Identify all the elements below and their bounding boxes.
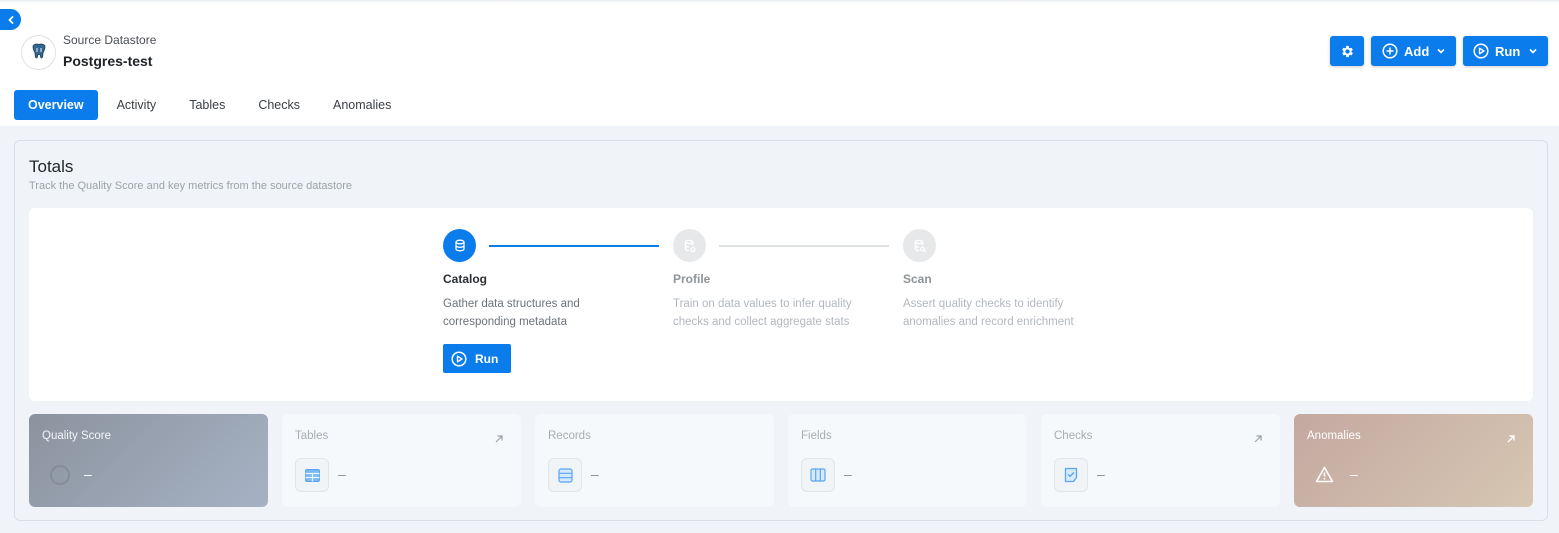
step-description-line: checks and collect aggregate stats (673, 316, 850, 328)
collapse-sidebar-button[interactable] (0, 9, 21, 30)
datastore-name: Postgres-test (63, 53, 153, 69)
metric-card-checks[interactable]: Checks – (1041, 414, 1280, 507)
step-catalog: Catalog Gather data structures and corre… (443, 229, 673, 373)
tab-anomalies[interactable]: Anomalies (319, 90, 405, 120)
top-shadow (0, 0, 1559, 3)
table-icon (295, 458, 329, 492)
play-circle-icon (1473, 43, 1489, 59)
tab-activity[interactable]: Activity (103, 90, 171, 120)
step-description-line: corresponding metadata (443, 316, 568, 328)
checklist-icon (1054, 458, 1088, 492)
operations-stepper: Catalog Gather data structures and corre… (29, 208, 1533, 401)
chevron-left-icon (8, 15, 13, 24)
warning-triangle-icon (1315, 466, 1334, 488)
quality-score-ring-icon (50, 465, 70, 485)
step-scan-circle (903, 229, 936, 262)
step-description-line: anomalies and record enrichment (903, 316, 1074, 328)
records-icon (548, 458, 582, 492)
run-button[interactable]: Run (1463, 36, 1548, 66)
postgres-elephant-icon (32, 43, 45, 59)
metric-label: Checks (1054, 430, 1093, 442)
metric-card-records: Records – (535, 414, 774, 507)
metric-label: Tables (295, 430, 329, 442)
metric-card-tables[interactable]: Tables – (282, 414, 521, 507)
tab-checks[interactable]: Checks (244, 90, 314, 120)
totals-title: Totals (29, 157, 74, 176)
step-catalog-circle (443, 229, 476, 262)
step-description: Gather data structures and corresponding… (443, 295, 673, 331)
step-profile: Profile Train on data values to infer qu… (673, 229, 903, 331)
metric-label: Records (548, 430, 591, 442)
play-circle-icon (451, 350, 467, 367)
metric-label: Anomalies (1307, 430, 1361, 442)
metric-value: – (1097, 466, 1105, 482)
tab-tables[interactable]: Tables (175, 90, 239, 120)
metric-label: Fields (801, 430, 832, 442)
totals-subtitle: Track the Quality Score and key metrics … (29, 180, 353, 192)
header-subtitle: Source Datastore (63, 33, 157, 47)
add-button[interactable]: Add (1371, 36, 1456, 66)
columns-icon (801, 458, 835, 492)
catalog-run-button[interactable]: Run (443, 344, 511, 373)
arrow-up-right-icon[interactable] (494, 431, 504, 449)
step-description: Assert quality checks to identify anomal… (903, 295, 1133, 331)
metric-value: – (844, 466, 852, 482)
metric-card-quality-score: Quality Score – (29, 414, 268, 507)
metric-card-anomalies[interactable]: Anomalies – (1294, 414, 1533, 507)
database-search-icon (914, 239, 926, 252)
step-scan: Scan Assert quality checks to identify a… (903, 229, 1133, 331)
tab-bar: Overview Activity Tables Checks Anomalie… (14, 90, 410, 120)
header-actions: Add Run (1330, 36, 1548, 66)
step-description-line: Gather data structures and (443, 298, 580, 310)
step-title: Catalog (443, 272, 488, 286)
database-settings-icon (684, 239, 696, 252)
metric-value: – (338, 466, 346, 482)
step-connector (719, 245, 889, 247)
catalog-run-label: Run (475, 351, 499, 366)
step-description-line: Assert quality checks to identify (903, 298, 1064, 310)
chevron-down-icon (1437, 48, 1445, 54)
step-description: Train on data values to infer quality ch… (673, 295, 903, 331)
settings-button[interactable] (1330, 36, 1364, 66)
arrow-up-right-icon[interactable] (1506, 431, 1516, 449)
metric-value: – (84, 466, 92, 482)
step-title: Scan (903, 272, 932, 286)
datastore-header: Source Datastore Postgres-test (21, 33, 156, 71)
metric-label: Quality Score (42, 430, 112, 442)
arrow-up-right-icon[interactable] (1253, 431, 1263, 449)
step-description-line: Train on data values to infer quality (673, 298, 852, 310)
database-icon (454, 239, 465, 251)
chevron-down-icon (1529, 48, 1537, 54)
metrics-row: Quality Score – Tables – Records – Field… (29, 414, 1533, 507)
datastore-avatar (21, 34, 56, 70)
metric-value: – (591, 466, 599, 482)
add-button-label: Add (1404, 43, 1430, 59)
gear-icon (1341, 45, 1353, 57)
run-button-label: Run (1495, 43, 1521, 59)
step-connector (489, 245, 659, 247)
plus-circle-icon (1382, 43, 1398, 59)
totals-panel: Totals Track the Quality Score and key m… (14, 140, 1548, 521)
metric-value: – (1350, 466, 1358, 482)
step-profile-circle (673, 229, 706, 262)
step-title: Profile (673, 272, 711, 286)
metric-card-fields: Fields – (788, 414, 1027, 507)
tab-overview[interactable]: Overview (14, 90, 98, 120)
